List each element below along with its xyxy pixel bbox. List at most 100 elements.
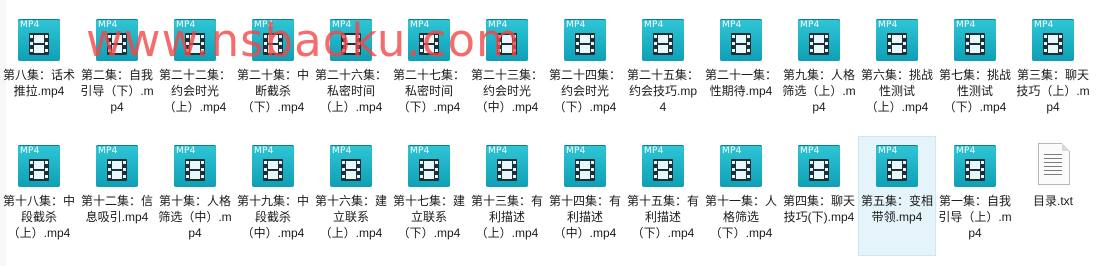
file-name-label: 第十五集：有利描述（下）.mp4 — [626, 194, 699, 240]
file-item[interactable]: MP4 第二十二集：约会时光（上）.mp4 — [156, 10, 234, 130]
file-type-tag: MP4 — [332, 146, 352, 156]
file-type-tag: MP4 — [1034, 20, 1054, 30]
film-strip-icon — [653, 159, 673, 181]
mp4-file-icon: MP4 — [562, 143, 608, 189]
file-name-label: 第十二集：信息吸引.mp4 — [80, 194, 153, 224]
file-item[interactable]: MP4 第十五集：有利描述（下）.mp4 — [624, 136, 702, 256]
file-item[interactable]: MP4 第三集：聊天技巧（上）.mp4 — [1014, 10, 1092, 130]
file-type-tag: MP4 — [566, 146, 586, 156]
film-strip-icon — [29, 159, 49, 181]
file-type-tag: MP4 — [20, 146, 40, 156]
file-type-tag: MP4 — [956, 146, 976, 156]
film-strip-icon — [29, 33, 49, 55]
file-item[interactable]: MP4 第十集：人格筛选（中）.mp4 — [156, 136, 234, 256]
file-name-label: 第二十集：中断截杀（下）.mp4 — [236, 68, 309, 114]
mp4-file-icon: MP4 — [250, 143, 296, 189]
file-item[interactable]: MP4 第五集：变相带领.mp4 — [858, 136, 936, 256]
file-name-label: 第一集：自我引导（上）.mp4 — [938, 194, 1012, 240]
file-name-label: 第二十二集：约会时光（上）.mp4 — [158, 68, 231, 114]
file-item[interactable]: MP4 第二十四集：约会时光（下）.mp4 — [546, 10, 624, 130]
mp4-file-icon: MP4 — [952, 143, 998, 189]
file-item[interactable]: MP4 第二十六集：私密时间（上）.mp4 — [312, 10, 390, 130]
file-type-tag: MP4 — [20, 20, 40, 30]
film-strip-icon — [575, 159, 595, 181]
mp4-file-icon: MP4 — [562, 17, 608, 63]
mp4-file-icon: MP4 — [640, 143, 686, 189]
mp4-file-icon: MP4 — [952, 17, 998, 63]
file-item[interactable]: 目录.txt — [1014, 136, 1092, 256]
film-strip-icon — [1043, 33, 1063, 55]
file-type-tag: MP4 — [800, 20, 820, 30]
mp4-file-icon: MP4 — [718, 143, 764, 189]
file-name-label: 第二十三集：约会时光（中）.mp4 — [470, 68, 543, 114]
file-item[interactable]: MP4 第七集：挑战性测试（下）.mp4 — [936, 10, 1014, 130]
file-name-label: 第九集：人格筛选（上）.mp4 — [782, 68, 856, 114]
mp4-file-icon: MP4 — [250, 17, 296, 63]
file-item[interactable]: MP4 第二十集：中断截杀（下）.mp4 — [234, 10, 312, 130]
file-type-tag: MP4 — [254, 20, 274, 30]
file-type-tag: MP4 — [956, 20, 976, 30]
film-strip-icon — [419, 159, 439, 181]
film-strip-icon — [809, 159, 829, 181]
file-item[interactable]: MP4 第二十一集：性期待.mp4 — [702, 10, 780, 130]
file-name-label: 第二十七集：私密时间（下）.mp4 — [392, 68, 465, 114]
file-item[interactable]: MP4 第九集：人格筛选（上）.mp4 — [780, 10, 858, 130]
file-name-label: 第二十五集：约会技巧.mp4 — [626, 68, 699, 114]
file-item[interactable]: MP4 第二十五集：约会技巧.mp4 — [624, 10, 702, 130]
file-type-tag: MP4 — [176, 20, 196, 30]
mp4-file-icon: MP4 — [874, 143, 920, 189]
file-row-1: MP4 第八集：话术推拉.mp4 MP4 第二集：自我引导（下）.mp4 MP4 — [0, 10, 1092, 130]
file-name-label: 第十一集：人格筛选（下）.mp4 — [704, 194, 777, 240]
mp4-file-icon: MP4 — [172, 17, 218, 63]
file-item[interactable]: MP4 第八集：话术推拉.mp4 — [0, 10, 78, 130]
file-type-tag: MP4 — [488, 20, 508, 30]
film-strip-icon — [731, 159, 751, 181]
mp4-file-icon: MP4 — [796, 143, 842, 189]
mp4-file-icon: MP4 — [1030, 17, 1076, 63]
file-type-tag: MP4 — [722, 20, 742, 30]
file-name-label: 目录.txt — [1032, 194, 1073, 208]
mp4-file-icon: MP4 — [796, 17, 842, 63]
file-item[interactable]: MP4 第十一集：人格筛选（下）.mp4 — [702, 136, 780, 256]
file-type-tag: MP4 — [98, 146, 118, 156]
mp4-file-icon: MP4 — [718, 17, 764, 63]
film-strip-icon — [341, 159, 361, 181]
mp4-file-icon: MP4 — [94, 17, 140, 63]
file-item[interactable]: MP4 第十六集：建立联系（上）.mp4 — [312, 136, 390, 256]
file-type-tag: MP4 — [644, 146, 664, 156]
file-type-tag: MP4 — [254, 146, 274, 156]
mp4-file-icon: MP4 — [16, 17, 62, 63]
film-strip-icon — [497, 159, 517, 181]
film-strip-icon — [185, 159, 205, 181]
file-name-label: 第十八集：中段截杀（上）.mp4 — [2, 194, 75, 240]
mp4-file-icon: MP4 — [94, 143, 140, 189]
file-item[interactable]: MP4 第十四集：有利描述（中）.mp4 — [546, 136, 624, 256]
file-type-tag: MP4 — [410, 146, 430, 156]
file-type-tag: MP4 — [878, 20, 898, 30]
file-type-tag: MP4 — [98, 20, 118, 30]
file-item[interactable]: MP4 第四集：聊天技巧(下).mp4 — [780, 136, 858, 256]
file-item[interactable]: MP4 第二集：自我引导（下）.mp4 — [78, 10, 156, 130]
mp4-file-icon: MP4 — [484, 143, 530, 189]
file-item[interactable]: MP4 第十二集：信息吸引.mp4 — [78, 136, 156, 256]
file-item[interactable]: MP4 第六集：挑战性测试（上）.mp4 — [858, 10, 936, 130]
mp4-file-icon: MP4 — [874, 17, 920, 63]
file-item[interactable]: MP4 第一集：自我引导（上）.mp4 — [936, 136, 1014, 256]
file-item[interactable]: MP4 第十九集：中段截杀（中）.mp4 — [234, 136, 312, 256]
file-item[interactable]: MP4 第二十三集：约会时光（中）.mp4 — [468, 10, 546, 130]
file-row-2: MP4 第十八集：中段截杀（上）.mp4 MP4 第十二集：信息吸引.mp4 M… — [0, 136, 1092, 256]
file-name-label: 第十六集：建立联系（上）.mp4 — [314, 194, 387, 240]
file-type-tag: MP4 — [176, 146, 196, 156]
file-name-label: 第六集：挑战性测试（上）.mp4 — [860, 68, 933, 114]
file-type-tag: MP4 — [488, 146, 508, 156]
mp4-file-icon: MP4 — [16, 143, 62, 189]
film-strip-icon — [965, 159, 985, 181]
file-name-label: 第十三集：有利描述（上）.mp4 — [470, 194, 543, 240]
film-strip-icon — [887, 159, 907, 181]
film-strip-icon — [731, 33, 751, 55]
file-item[interactable]: MP4 第十三集：有利描述（上）.mp4 — [468, 136, 546, 256]
file-item[interactable]: MP4 第十八集：中段截杀（上）.mp4 — [0, 136, 78, 256]
file-item[interactable]: MP4 第十七集：建立联系（下）.mp4 — [390, 136, 468, 256]
file-item[interactable]: MP4 第二十七集：私密时间（下）.mp4 — [390, 10, 468, 130]
mp4-file-icon: MP4 — [484, 17, 530, 63]
